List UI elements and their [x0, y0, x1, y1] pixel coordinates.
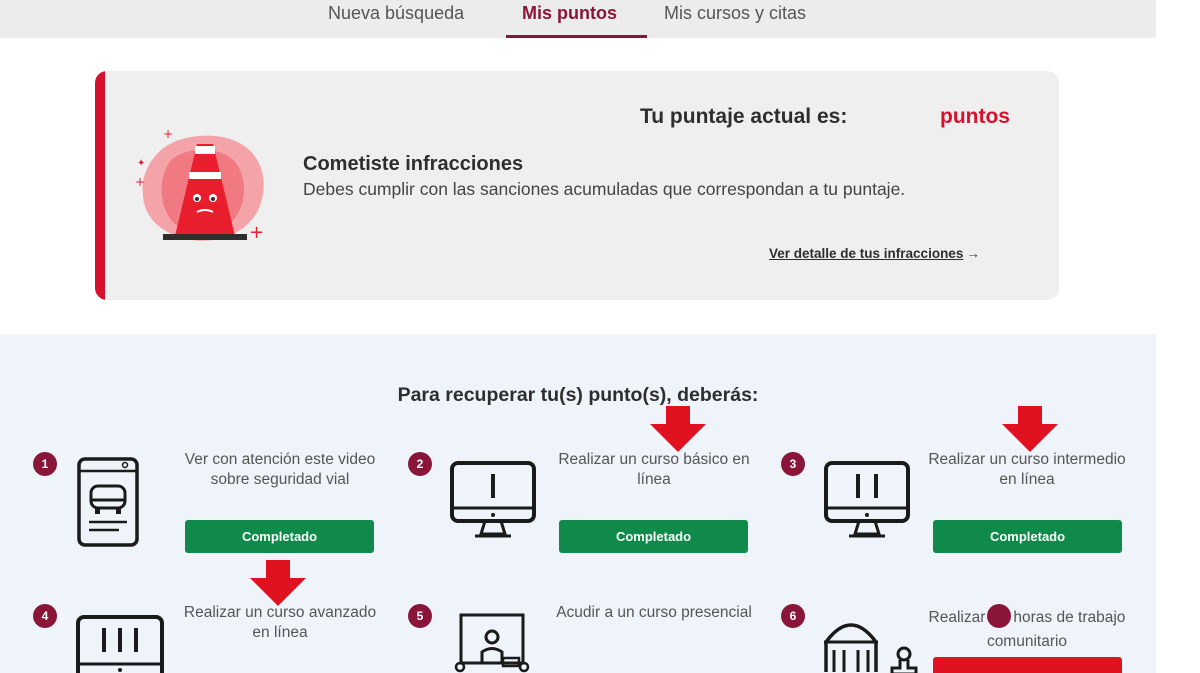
points-recovery-section: Para recuperar tu(s) punto(s), deberás: …: [0, 334, 1156, 673]
svg-text:+: +: [163, 127, 173, 141]
hours-value-indicator: [987, 603, 1012, 628]
tab-mis-puntos[interactable]: Mis puntos: [522, 3, 617, 24]
tab-mis-cursos-y-citas[interactable]: Mis cursos y citas: [664, 3, 806, 24]
monitor-intermediate-course-icon: [823, 460, 911, 545]
score-label: Tu puntaje actual es:: [640, 105, 848, 128]
tab-nueva-busqueda[interactable]: Nueva búsqueda: [328, 3, 464, 24]
step-6-text: Realizar horas de trabajo comunitario: [927, 603, 1127, 654]
step-6-text-before: Realizar: [928, 609, 986, 626]
active-tab-indicator: [506, 35, 647, 38]
down-arrow-icon: [1000, 406, 1060, 457]
svg-text:✦: ✦: [137, 158, 145, 169]
infractions-description: Debes cumplir con las sanciones acumulad…: [303, 179, 906, 199]
down-arrow-icon: [648, 406, 708, 457]
arrow-right-icon: →: [966, 246, 980, 261]
down-arrow-icon: [248, 560, 308, 611]
step-2-completed-button[interactable]: Completado: [559, 520, 748, 553]
points-status-card: Tu puntaje actual es: puntos + ✦ + + Com…: [95, 71, 1059, 300]
step-6-number: 6: [781, 604, 805, 628]
monitor-basic-course-icon: [449, 460, 537, 545]
traffic-cone-illustration-icon: + ✦ + +: [131, 126, 281, 256]
detail-link-label: Ver detalle de tus infracciones: [769, 246, 964, 261]
view-infractions-detail-link[interactable]: Ver detalle de tus infracciones →: [769, 246, 980, 261]
step-3-completed-button[interactable]: Completado: [933, 520, 1122, 553]
phone-video-car-icon: [75, 456, 141, 553]
step-1-text: Ver con atención este video sobre seguri…: [184, 451, 376, 488]
alert-accent-bar: [95, 71, 105, 300]
top-navigation: Nueva búsqueda Mis puntos Mis cursos y c…: [0, 0, 1156, 38]
svg-text:+: +: [249, 222, 264, 243]
step-3-number: 3: [781, 452, 805, 476]
monitor-advanced-course-icon: [75, 614, 165, 673]
community-service-building-icon: [820, 612, 925, 673]
step-5-text: Acudir a un curso presencial: [556, 604, 752, 621]
step-1-number: 1: [33, 452, 57, 476]
step-4-number: 4: [33, 604, 57, 628]
recovery-title: Para recuperar tu(s) punto(s), deberás:: [397, 384, 759, 406]
classroom-presenter-icon: [453, 612, 533, 673]
svg-text:+: +: [135, 175, 145, 189]
step-2-number: 2: [408, 452, 432, 476]
infractions-title: Cometiste infracciones: [303, 153, 524, 175]
step-5-number: 5: [408, 604, 432, 628]
step-1-completed-button[interactable]: Completado: [185, 520, 374, 553]
score-unit: puntos: [940, 105, 1010, 128]
step-6-action-button[interactable]: [933, 657, 1122, 673]
